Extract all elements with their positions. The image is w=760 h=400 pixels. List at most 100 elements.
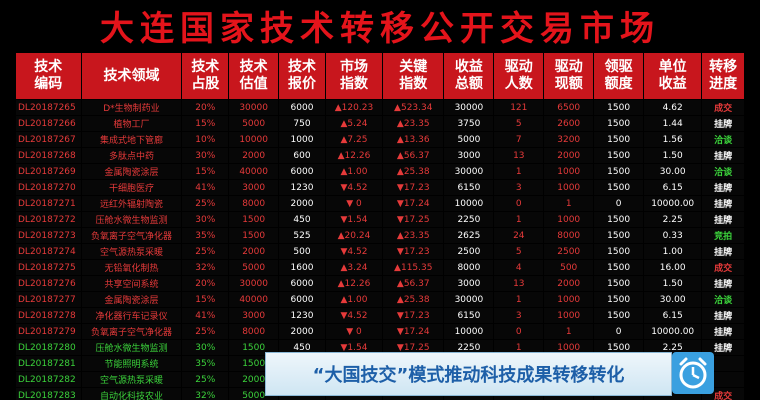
table-cell: 3750 [444, 116, 494, 131]
table-row[interactable]: DL20187279 负氧离子空气净化器 25% 8000 2000 ▼ 0 ▼17.24 1… [16, 324, 744, 339]
table-cell: 35% [182, 356, 229, 371]
table-cell: 2250 [444, 212, 494, 227]
table-cell: 3000 [444, 148, 494, 163]
table-cell: ▼17.24 [383, 324, 444, 339]
table-cell: ▼4.52 [325, 308, 383, 323]
table-cell: 1.56 [644, 132, 702, 147]
slogan-banner: “大国技交”模式推动科技成果转移转化 [265, 352, 672, 396]
table-cell: ▲12.26 [325, 148, 383, 163]
table-cell: 共享空间系统 [81, 276, 182, 291]
table-cell: 0 [594, 324, 644, 339]
table-cell: 25% [182, 324, 229, 339]
table-cell: ▲1.00 [325, 292, 383, 307]
table-cell: 2625 [444, 228, 494, 243]
table-cell: 1500 [594, 164, 644, 179]
table-cell: 5 [494, 116, 544, 131]
table-row[interactable]: DL20187266 植物工厂 15% 5000 750 ▲5.24 ▲23.35 3750 5… [16, 116, 744, 131]
table-cell: 负氧离子空气净化器 [81, 324, 182, 339]
table-cell: 450 [279, 212, 325, 227]
table-cell: 挂牌 [702, 308, 744, 323]
table-cell: ▲5.24 [325, 116, 383, 131]
table-cell: 挂牌 [702, 212, 744, 227]
column-header: 驱动 人数 [494, 53, 544, 99]
table-cell: 40000 [229, 292, 279, 307]
table-cell: 3000 [229, 180, 279, 195]
table-cell: 3 [494, 308, 544, 323]
table-cell: 1500 [229, 228, 279, 243]
table-cell: 0.33 [644, 228, 702, 243]
table-cell: ▼17.23 [383, 244, 444, 259]
table-cell: 600 [279, 148, 325, 163]
table-cell: 10000 [444, 196, 494, 211]
table-row[interactable]: DL20187277 金属陶瓷涂层 15% 40000 6000 ▲1.00 ▲25.38 3… [16, 292, 744, 307]
table-cell: 1000 [279, 132, 325, 147]
column-header: 技术领域 [81, 53, 182, 99]
table-cell: 10% [182, 132, 229, 147]
table-row[interactable]: DL20187275 无铅氧化制热 32% 5000 1600 ▲3.24 ▲115.35 8… [16, 260, 744, 275]
table-row[interactable]: DL20187268 多肽点中药 30% 2000 600 ▲12.26 ▲56.37 300… [16, 148, 744, 163]
table-cell: 挂牌 [702, 180, 744, 195]
table-row[interactable]: DL20187272 压舱水微生物监测 30% 1500 450 ▼1.54 ▼17.25 2… [16, 212, 744, 227]
trading-board: 技术 编码 技术领域 技术 占股 技术 估值 技术 报价 市场 指数 关键 指数 收益 总额驱… [15, 52, 745, 400]
table-row[interactable]: DL20187273 负氧离子空气净化器 35% 1500 525 ▲20.24 ▲23.3… [16, 228, 744, 243]
column-header: 技术 占股 [182, 53, 229, 99]
column-header: 转移 进度 [702, 53, 744, 99]
table-cell: 41% [182, 180, 229, 195]
table-cell: 1 [494, 212, 544, 227]
table-cell: 1000 [544, 164, 594, 179]
table-cell: 挂牌 [702, 196, 744, 211]
column-header: 技术 估值 [229, 53, 279, 99]
table-row[interactable]: DL20187276 共享空间系统 20% 30000 6000 ▲12.26 ▲56.37… [16, 276, 744, 291]
table-cell: 3200 [544, 132, 594, 147]
table-row[interactable]: DL20187265 D*生物制药业 20% 30000 6000 ▲120.23 ▲523… [16, 100, 744, 115]
table-cell: 1000 [544, 308, 594, 323]
table-cell: 1500 [594, 180, 644, 195]
table-row[interactable]: DL20187274 空气源热泵采暖 25% 2000 500 ▼4.52 ▼17.23 25… [16, 244, 744, 259]
table-cell: 压舱水微生物监测 [81, 340, 182, 355]
table-cell: 2500 [544, 244, 594, 259]
table-cell: 1500 [594, 276, 644, 291]
table-cell: ▲523.34 [383, 100, 444, 115]
table-cell: ▲12.26 [325, 276, 383, 291]
table-row[interactable]: DL20187278 净化器行车记录仪 41% 3000 1230 ▼4.52 ▼17.23… [16, 308, 744, 323]
table-cell: 1500 [594, 228, 644, 243]
table-cell: 6000 [279, 292, 325, 307]
table-cell: DL20187278 [16, 308, 81, 323]
table-cell: 25% [182, 196, 229, 211]
table-cell: DL20187266 [16, 116, 81, 131]
table-row[interactable]: DL20187267 集成式地下管廊 10% 10000 1000 ▲7.25 ▲13.36… [16, 132, 744, 147]
table-cell: 32% [182, 388, 229, 400]
table-cell: 金属陶瓷涂层 [81, 164, 182, 179]
table-cell: 集成式地下管廊 [81, 132, 182, 147]
table-cell: 4.62 [644, 100, 702, 115]
table-cell: 500 [544, 260, 594, 275]
table-cell: 4 [494, 260, 544, 275]
table-cell: DL20187265 [16, 100, 81, 115]
table-row[interactable]: DL20187269 金属陶瓷涂层 15% 40000 6000 ▲1.00 ▲25.38 3… [16, 164, 744, 179]
table-cell: 10000 [229, 132, 279, 147]
table-cell: 30% [182, 148, 229, 163]
table-cell: 13 [494, 148, 544, 163]
table-cell: 5 [494, 244, 544, 259]
table-cell: 多肽点中药 [81, 148, 182, 163]
table-cell: 植物工厂 [81, 116, 182, 131]
market-title: 大连国家技术转移公开交易市场 [100, 8, 660, 49]
table-cell: DL20187277 [16, 292, 81, 307]
table-row[interactable]: DL20187271 远红外辐射陶瓷 25% 8000 2000 ▼ 0 ▼17.24 100… [16, 196, 744, 211]
table-cell: 1000 [544, 292, 594, 307]
table-cell: 无铅氧化制热 [81, 260, 182, 275]
table-cell: 35% [182, 228, 229, 243]
table-cell: 525 [279, 228, 325, 243]
table-cell: ▼ 0 [325, 324, 383, 339]
table-cell: 30.00 [644, 292, 702, 307]
table-cell: 16.00 [644, 260, 702, 275]
table-cell: 3000 [229, 308, 279, 323]
table-cell: 6500 [544, 100, 594, 115]
table-cell: 30000 [229, 100, 279, 115]
table-row[interactable]: DL20187270 干细胞医疗 41% 3000 1230 ▼4.52 ▼17.23 615… [16, 180, 744, 195]
table-cell: 30000 [229, 276, 279, 291]
table-cell: 2500 [444, 244, 494, 259]
table-cell: 0 [494, 324, 544, 339]
table-cell: 30% [182, 212, 229, 227]
table-cell: DL20187267 [16, 132, 81, 147]
